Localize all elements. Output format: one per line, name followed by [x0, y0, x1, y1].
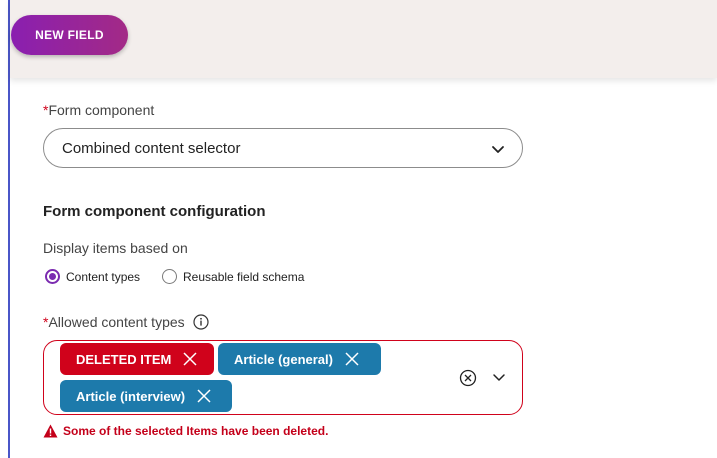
form-component-label-text: Form component	[48, 102, 155, 118]
chevron-down-icon[interactable]	[492, 372, 506, 382]
radio-reusable-field-schema[interactable]: Reusable field schema	[162, 269, 304, 284]
allowed-content-types-label: * Allowed content types	[43, 314, 209, 330]
chevron-down-icon	[492, 146, 504, 153]
radio-content-types[interactable]: Content types	[45, 269, 140, 284]
clear-circle-icon[interactable]	[459, 369, 477, 387]
config-heading: Form component configuration	[43, 203, 266, 220]
warning-icon	[43, 424, 58, 438]
radio-button-checked[interactable]	[45, 269, 60, 284]
chip-label: Article (general)	[234, 351, 333, 367]
chip-label: DELETED ITEM	[76, 351, 172, 367]
close-icon[interactable]	[343, 350, 361, 368]
chip-deleted-item: DELETED ITEM	[60, 343, 214, 375]
info-icon[interactable]	[193, 314, 209, 330]
radio-label: Content types	[66, 269, 141, 284]
new-field-button[interactable]: NEW FIELD	[11, 15, 128, 55]
radio-button[interactable]	[162, 269, 177, 284]
chip-label: Article (interview)	[76, 388, 186, 404]
form-component-select-value: Combined content selector	[62, 139, 241, 157]
form-component-label: *Form component	[43, 102, 154, 118]
radio-label: Reusable field schema	[183, 269, 305, 284]
close-icon[interactable]	[181, 350, 199, 368]
error-message: Some of the selected Items have been del…	[63, 424, 329, 438]
chip-article-general: Article (general)	[218, 343, 381, 375]
allowed-content-types-label-text: Allowed content types	[48, 314, 185, 330]
chip-article-interview: Article (interview)	[60, 380, 232, 412]
display-items-label: Display items based on	[43, 240, 188, 256]
close-icon[interactable]	[195, 387, 213, 405]
form-component-select[interactable]: Combined content selector	[43, 128, 523, 168]
deleted-items-error: Some of the selected Items have been del…	[43, 424, 328, 438]
